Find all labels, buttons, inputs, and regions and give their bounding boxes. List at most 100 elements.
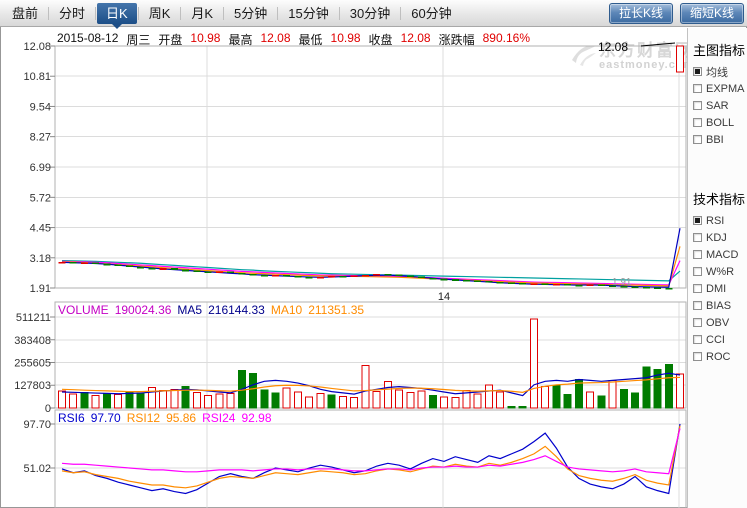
- rsi6-label: RSI6: [58, 411, 85, 425]
- sidebar-item-bbi[interactable]: BBI: [693, 131, 747, 148]
- rsi-pane-header: RSI6 97.70 RSI12 95.86 RSI24 92.98: [58, 411, 272, 425]
- checkbox-checked-icon: [693, 67, 702, 76]
- tab-divider: [400, 7, 401, 20]
- sidebar-item-rsi[interactable]: RSI: [693, 212, 747, 229]
- sidebar-item-sar[interactable]: SAR: [693, 97, 747, 114]
- volume-ma10-value: 211351.35: [308, 303, 364, 317]
- sidebar-item-obv[interactable]: OBV: [693, 314, 747, 331]
- sidebar-item-label: BOLL: [706, 117, 734, 129]
- volume-ma5-value: 216144.33: [208, 303, 265, 317]
- chart-canvas[interactable]: 12.0810.819.548.276.995.724.453.181.9151…: [0, 28, 688, 508]
- volume-bars-layer: [59, 319, 684, 408]
- rsi24-value: 92.98: [241, 411, 271, 425]
- tab-weekly-k[interactable]: 周K: [140, 3, 180, 24]
- toolbar-actions: 拉长K线 缩短K线: [609, 3, 744, 24]
- volume-value: 190024.36: [115, 303, 172, 317]
- svg-text:1.91: 1.91: [30, 283, 51, 295]
- volume-pane-header: VOLUME 190024.36 MA5 216144.33 MA10 2113…: [58, 303, 364, 317]
- tab-monthly-k[interactable]: 月K: [182, 3, 222, 24]
- ohlc-info-bar: 2015-08-12 周三 开盘 10.98 最高 12.08 最低 10.98…: [57, 31, 530, 48]
- tab-30min[interactable]: 30分钟: [341, 3, 399, 24]
- low-label: 最低: [299, 31, 323, 48]
- low-value: 10.98: [331, 31, 361, 48]
- checkbox-checked-icon: [693, 216, 702, 225]
- sidebar-item-roc[interactable]: ROC: [693, 348, 747, 365]
- sidebar-item-wpr[interactable]: W%R: [693, 263, 747, 280]
- sidebar-item-label: BBI: [706, 134, 724, 146]
- tab-divider: [138, 7, 139, 20]
- sidebar-item-label: OBV: [706, 317, 729, 329]
- tab-15min[interactable]: 15分钟: [279, 3, 337, 24]
- shorten-kline-button[interactable]: 缩短K线: [680, 3, 744, 24]
- rsi12-label: RSI12: [127, 411, 160, 425]
- candles-layer: [59, 46, 684, 289]
- high-label: 最高: [228, 31, 252, 48]
- close-label: 收盘: [369, 31, 393, 48]
- sidebar-item-cci[interactable]: CCI: [693, 331, 747, 348]
- high-value: 12.08: [260, 31, 290, 48]
- sidebar-item-ma[interactable]: 均线: [693, 63, 747, 80]
- svg-text:8.27: 8.27: [30, 132, 51, 144]
- date-value: 2015-08-12: [57, 31, 118, 48]
- sidebar-item-label: ROC: [706, 351, 730, 363]
- checkbox-icon: [693, 301, 702, 310]
- indicator-sidebar: 主图指标 均线 EXPMA SAR BOLL BBI 技术指标 RSI KDJ …: [687, 28, 747, 508]
- sidebar-item-label: DMI: [706, 283, 726, 295]
- sidebar-item-label: BIAS: [706, 300, 731, 312]
- sidebar-item-boll[interactable]: BOLL: [693, 114, 747, 131]
- checkbox-icon: [693, 267, 702, 276]
- tab-pre-market[interactable]: 盘前: [3, 3, 47, 24]
- svg-text:6.99: 6.99: [30, 162, 51, 174]
- open-label: 开盘: [158, 31, 182, 48]
- rsi6-value: 97.70: [91, 411, 121, 425]
- svg-text:51.02: 51.02: [23, 463, 51, 475]
- tech-indicator-title: 技术指标: [693, 189, 747, 208]
- lengthen-kline-button[interactable]: 拉长K线: [609, 3, 673, 24]
- annotations-layer: 12.081.91: [598, 40, 675, 288]
- sidebar-item-kdj[interactable]: KDJ: [693, 229, 747, 246]
- svg-text:3.18: 3.18: [30, 253, 51, 265]
- svg-text:14: 14: [438, 291, 450, 303]
- change-pct-label: 涨跌幅: [439, 31, 475, 48]
- tab-daily-k[interactable]: 日K: [97, 3, 137, 24]
- sidebar-item-dmi[interactable]: DMI: [693, 280, 747, 297]
- svg-text:5.72: 5.72: [30, 192, 51, 204]
- volume-ma10-label: MA10: [271, 303, 302, 317]
- svg-text:511211: 511211: [16, 312, 51, 324]
- change-pct-value: 890.16%: [483, 31, 530, 48]
- tab-divider: [95, 7, 96, 20]
- period-toolbar: 盘前 分时 日K 周K 月K 5分钟 15分钟 30分钟 60分钟 拉长K线 缩…: [0, 0, 747, 27]
- sidebar-item-bias[interactable]: BIAS: [693, 297, 747, 314]
- sidebar-item-label: SAR: [706, 100, 729, 112]
- checkbox-icon: [693, 84, 702, 93]
- main-indicator-group: 主图指标 均线 EXPMA SAR BOLL BBI: [693, 40, 747, 148]
- sidebar-item-label: KDJ: [706, 232, 727, 244]
- stock-chart-window: 盘前 分时 日K 周K 月K 5分钟 15分钟 30分钟 60分钟 拉长K线 缩…: [0, 0, 747, 508]
- tab-divider: [277, 7, 278, 20]
- tab-5min[interactable]: 5分钟: [225, 3, 276, 24]
- sidebar-item-label: CCI: [706, 334, 725, 346]
- tab-daily-k-label: 日K: [106, 6, 128, 21]
- svg-text:1.91: 1.91: [612, 277, 632, 288]
- sidebar-item-macd[interactable]: MACD: [693, 246, 747, 263]
- checkbox-icon: [693, 101, 702, 110]
- svg-text:10.81: 10.81: [23, 71, 51, 83]
- volume-ma5-label: MA5: [177, 303, 202, 317]
- checkbox-icon: [693, 135, 702, 144]
- sidebar-item-label: EXPMA: [706, 83, 745, 95]
- close-value: 12.08: [401, 31, 431, 48]
- checkbox-icon: [693, 250, 702, 259]
- sidebar-item-expma[interactable]: EXPMA: [693, 80, 747, 97]
- rsi24-label: RSI24: [202, 411, 235, 425]
- checkbox-icon: [693, 335, 702, 344]
- tab-divider: [339, 7, 340, 20]
- tab-divider: [48, 7, 49, 20]
- tab-divider: [180, 7, 181, 20]
- svg-text:127803: 127803: [14, 380, 51, 392]
- tab-intraday[interactable]: 分时: [50, 3, 94, 24]
- svg-text:383408: 383408: [14, 335, 51, 347]
- tab-60min[interactable]: 60分钟: [402, 3, 460, 24]
- checkbox-icon: [693, 233, 702, 242]
- checkbox-icon: [693, 318, 702, 327]
- checkbox-icon: [693, 284, 702, 293]
